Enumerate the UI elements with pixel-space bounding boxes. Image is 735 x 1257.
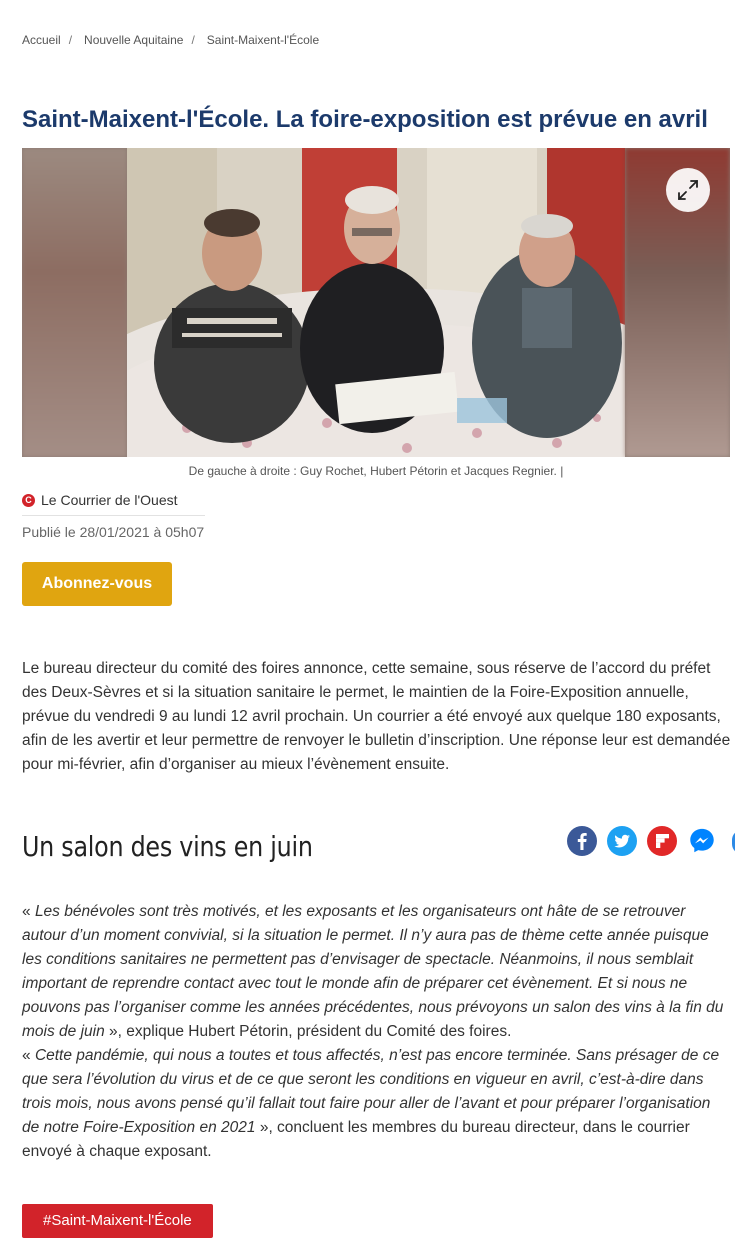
breadcrumb-separator: / (191, 33, 195, 47)
subscribe-button[interactable]: Abonnez-vous (22, 562, 172, 606)
fullscreen-button[interactable] (666, 168, 710, 212)
article-paragraph: « Cette pandémie, qui nous a toutes et t… (22, 1044, 727, 1164)
source-logo-icon: C (22, 493, 35, 507)
quote-open: « (22, 1047, 35, 1064)
facebook-icon (567, 826, 597, 856)
photo-blur-left (22, 148, 127, 457)
messenger-icon (690, 828, 714, 853)
publish-date: Publié le 28/01/2021 à 05h07 (22, 524, 205, 540)
photo-scene (127, 148, 625, 457)
section-subtitle: Un salon des vins en juin (22, 830, 313, 863)
twitter-icon (607, 826, 637, 856)
share-twitter-button[interactable] (607, 825, 637, 857)
article-body: « Les bénévoles sont très motivés, et le… (22, 900, 727, 1164)
flipboard-icon (647, 826, 677, 856)
breadcrumb-city-link[interactable]: Saint-Maixent-l'École (207, 33, 319, 47)
article-paragraph: « Les bénévoles sont très motivés, et le… (22, 900, 727, 1044)
share-messenger-button[interactable] (687, 825, 717, 857)
share-bar (567, 825, 717, 857)
share-facebook-button[interactable] (567, 825, 597, 857)
quote-close: », explique Hubert Pétorin, président du… (104, 1023, 512, 1040)
breadcrumb-region-link[interactable]: Nouvelle Aquitaine (84, 33, 183, 47)
share-flipboard-button[interactable] (647, 825, 677, 857)
article-photo[interactable] (22, 148, 730, 457)
expand-icon (678, 180, 698, 200)
source-name: Le Courrier de l'Ouest (41, 492, 178, 508)
breadcrumb-separator: / (68, 33, 73, 47)
source-attribution: C Le Courrier de l'Ouest (22, 492, 178, 508)
photo-caption: De gauche à droite : Guy Rochet, Hubert … (188, 464, 564, 478)
quote-text: Les bénévoles sont très motivés, et les … (22, 903, 724, 1040)
quote-open: « (22, 903, 35, 920)
article-intro: Le bureau directeur du comité des foires… (22, 660, 731, 773)
tag-saint-maixent[interactable]: #Saint-Maixent-l'École (22, 1204, 213, 1238)
source-divider (22, 515, 205, 516)
breadcrumb-home-link[interactable]: Accueil (22, 33, 61, 47)
breadcrumb: Accueil / Nouvelle Aquitaine / Saint-Mai… (22, 33, 319, 47)
article-title: Saint-Maixent-l'École. La foire-expositi… (22, 106, 708, 133)
